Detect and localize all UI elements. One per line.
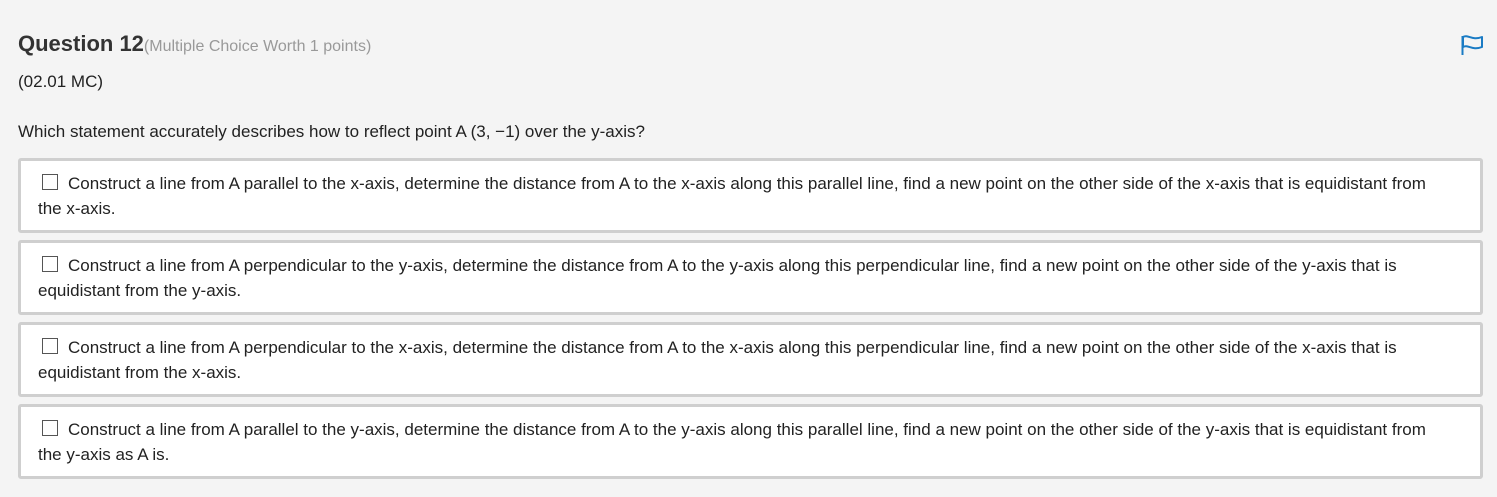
question-code: (02.01 MC) xyxy=(18,72,104,91)
answer-choice-label: Construct a line from A perpendicular to… xyxy=(38,338,1397,382)
checkbox-icon[interactable] xyxy=(42,338,58,354)
question-header: Question 12 (Multiple Choice Worth 1 poi… xyxy=(18,31,371,57)
question-title: Question 12 xyxy=(18,31,144,56)
answer-choice-2[interactable]: Construct a line from A perpendicular to… xyxy=(18,240,1483,315)
answer-choice-3[interactable]: Construct a line from A perpendicular to… xyxy=(18,322,1483,397)
checkbox-icon[interactable] xyxy=(42,256,58,272)
answer-choice-label: Construct a line from A parallel to the … xyxy=(38,420,1426,464)
question-prompt: Which statement accurately describes how… xyxy=(18,122,645,141)
question-panel: Question 12 (Multiple Choice Worth 1 poi… xyxy=(0,0,1497,497)
checkbox-icon[interactable] xyxy=(42,174,58,190)
answer-choices: Construct a line from A parallel to the … xyxy=(18,158,1483,486)
question-worth: (Multiple Choice Worth 1 points) xyxy=(143,38,372,55)
flag-icon[interactable] xyxy=(1460,34,1484,56)
answer-choice-label: Construct a line from A perpendicular to… xyxy=(38,256,1397,300)
checkbox-icon[interactable] xyxy=(42,420,58,436)
answer-choice-4[interactable]: Construct a line from A parallel to the … xyxy=(18,404,1483,479)
answer-choice-label: Construct a line from A parallel to the … xyxy=(38,174,1426,218)
answer-choice-1[interactable]: Construct a line from A parallel to the … xyxy=(18,158,1483,233)
flag-icon-svg xyxy=(1461,35,1483,55)
